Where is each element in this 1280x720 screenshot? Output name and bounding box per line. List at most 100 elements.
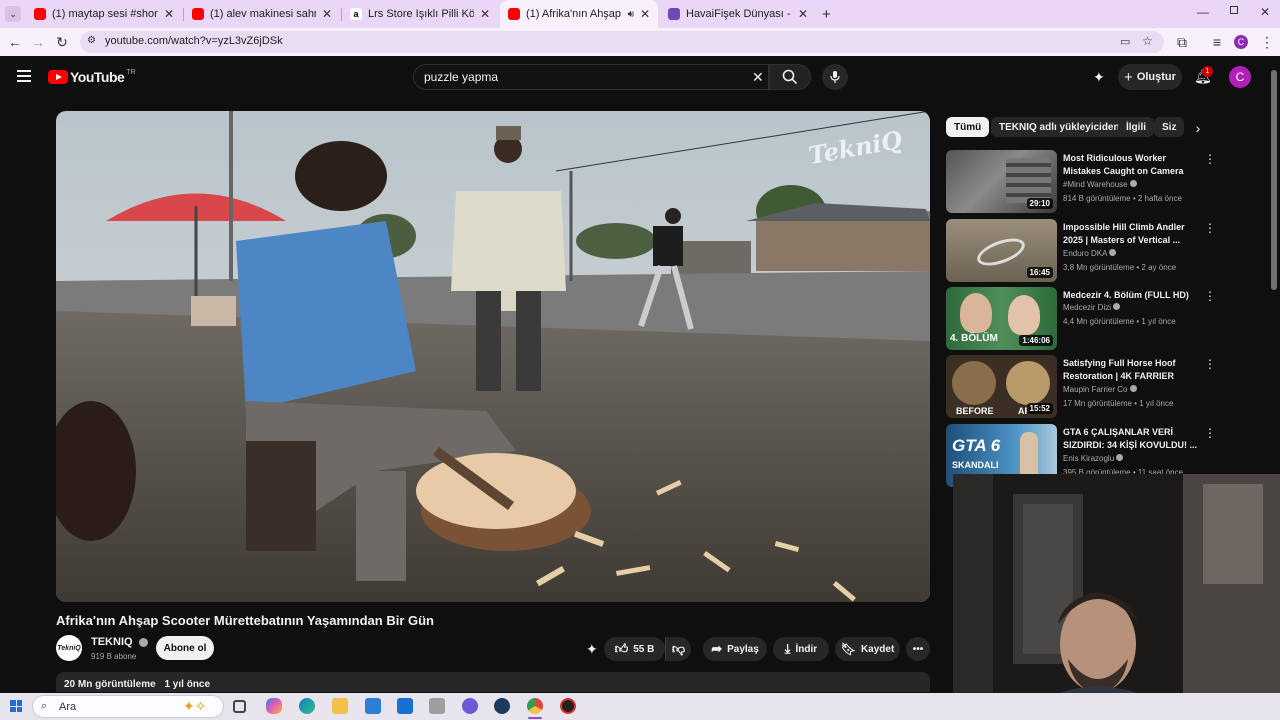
page-scrollbar[interactable] (1271, 70, 1277, 290)
youtube-favicon-icon (34, 8, 46, 20)
channel-name[interactable]: TEKNIQ (91, 636, 148, 648)
search-input[interactable]: puzzle yapma ✕ (413, 64, 769, 90)
ai-sparkle-icon[interactable]: ✦ (1093, 69, 1105, 86)
share-button[interactable]: ➦ Paylaş (703, 637, 767, 661)
save-button[interactable]: 🔖︎ Kaydet (835, 637, 900, 661)
forward-icon[interactable]: → (29, 33, 47, 51)
youtube-header: YouTube TR puzzle yapma ✕ ✦ + Oluştur 🔔︎… (0, 56, 1280, 98)
video-meta: 17 Mn görüntüleme • 1 yıl önce (1063, 399, 1174, 408)
search-button[interactable] (769, 64, 811, 90)
profile-avatar[interactable]: C (1234, 35, 1248, 49)
site-info-icon[interactable]: ⚙ (87, 35, 96, 46)
bookmark-star-icon[interactable]: ☆ (1142, 34, 1153, 48)
bookmark-icon: 🔖︎ (840, 642, 856, 656)
file-explorer-icon[interactable] (332, 698, 348, 714)
restore-window-button[interactable] (1230, 6, 1238, 14)
more-horizontal-icon: ••• (912, 643, 924, 655)
chips-next-icon[interactable]: › (1186, 117, 1210, 139)
taskbar-search[interactable]: ⌕ Ara ✦✧ (32, 695, 224, 718)
browser-tab[interactable]: a Lrs Store Işıklı Pilli Köpük Balon ✕ (342, 0, 498, 28)
close-window-button[interactable]: ✕ (1260, 5, 1270, 19)
video-duration: 1:46:06 (1019, 335, 1053, 346)
browser-tab[interactable]: HavaiFişek Dünyası - havai fişek ✕ (660, 0, 816, 28)
extensions-icon[interactable]: ⧉ (1173, 33, 1191, 51)
more-options-icon[interactable]: ⋮ (1204, 426, 1216, 440)
thumbnail-text: SKANDALI (952, 460, 999, 470)
browser-tab-active[interactable]: (1) Afrika'nın Ahşap Scooter 🔊︎ ✕ (500, 0, 658, 28)
recommended-video[interactable]: 4. BÖLÜM 1:46:06 Medcezir 4. Bölüm (FULL… (946, 287, 1218, 351)
windows-start-icon[interactable] (10, 700, 22, 712)
recording-app-icon[interactable] (560, 698, 576, 714)
hamburger-menu-icon[interactable] (17, 70, 31, 82)
mail-icon[interactable] (397, 698, 413, 714)
tab-title: Lrs Store Işıklı Pilli Köpük Balon (368, 8, 474, 20)
webcam-scene (953, 474, 1280, 720)
tab-search-icon[interactable]: ⌄ (5, 6, 21, 22)
close-tab-icon[interactable]: ✕ (164, 7, 174, 21)
browser-tab[interactable]: (1) maytap sesi #shorts #shorts ✕ (26, 0, 182, 28)
steam-icon[interactable] (494, 698, 510, 714)
chrome-icon[interactable] (527, 698, 543, 714)
chip-all[interactable]: Tümü (946, 117, 990, 137)
store-icon[interactable] (365, 698, 381, 714)
download-button[interactable]: ⤓ İndir (773, 637, 829, 661)
channel-avatar[interactable]: TekniQ (56, 635, 82, 661)
media-control-icon[interactable]: ≡ (1208, 33, 1226, 51)
minimize-window-button[interactable]: — (1197, 5, 1209, 19)
tab-title: (1) Afrika'nın Ahşap Scooter (526, 8, 622, 20)
ask-ai-sparkle-icon[interactable]: ✦ (586, 641, 598, 658)
windows-taskbar: ⌕ Ara ✦✧ (0, 693, 1280, 720)
recommended-video[interactable]: BEFORE AF 15:52 Satisfying Full Horse Ho… (946, 355, 1218, 419)
video-title: Most Ridiculous Worker Mistakes Caught o… (1063, 153, 1184, 176)
browser-tab[interactable]: (1) alev makinesi sahne - YouTube ✕ (184, 0, 340, 28)
new-tab-button[interactable]: + (822, 6, 831, 23)
youtube-logo[interactable]: YouTube TR (48, 69, 136, 85)
audio-playing-icon[interactable]: 🔊︎ (628, 9, 634, 20)
voice-search-button[interactable] (822, 64, 848, 90)
edge-icon[interactable] (299, 698, 315, 714)
channel-name: Maupin Farrier Co (1063, 385, 1137, 394)
notification-count-badge: 1 (1202, 66, 1213, 77)
subscribe-button[interactable]: Abone ol (156, 636, 214, 660)
close-tab-icon[interactable]: ✕ (480, 7, 490, 21)
thumbnail-text: GTA 6 (952, 436, 1001, 455)
clear-search-icon[interactable]: ✕ (752, 69, 764, 86)
close-tab-icon[interactable]: ✕ (640, 7, 650, 21)
copilot-icon[interactable] (266, 698, 282, 714)
dislike-button[interactable]: 👎︎ (665, 637, 691, 661)
search-icon (782, 69, 798, 85)
recommended-video[interactable]: 16:45 Impossible Hill Climb Andler 2025 … (946, 219, 1218, 283)
chip-related[interactable]: İlgili (1118, 117, 1154, 137)
description-box[interactable]: 20 Mn görüntüleme 1 yıl önce (56, 672, 930, 692)
address-bar[interactable]: ⚙ youtube.com/watch?v=yzL3vZ6jDSk ▭ ☆ (80, 31, 1164, 53)
browser-menu-icon[interactable]: ⋮ (1258, 33, 1276, 51)
reload-icon[interactable]: ↻ (53, 33, 71, 51)
more-options-icon[interactable]: ⋮ (1204, 152, 1216, 166)
verified-icon (1109, 249, 1117, 256)
recommended-video[interactable]: 29:10 Most Ridiculous Worker Mistakes Ca… (946, 150, 1218, 214)
active-app-indicator (528, 717, 542, 719)
more-options-icon[interactable]: ⋮ (1204, 357, 1216, 371)
discord-icon[interactable] (462, 698, 478, 714)
chip-for-you[interactable]: Siz (1154, 117, 1184, 137)
url-text: youtube.com/watch?v=yzL3vZ6jDSk (105, 35, 283, 47)
photos-icon[interactable] (429, 698, 445, 714)
more-options-icon[interactable]: ⋮ (1204, 289, 1216, 303)
search-icon: ⌕ (41, 700, 48, 712)
task-view-icon[interactable] (233, 700, 246, 713)
more-options-icon[interactable]: ⋮ (1204, 221, 1216, 235)
back-icon[interactable]: ← (6, 33, 24, 51)
create-button[interactable]: + Oluştur (1118, 64, 1182, 90)
install-app-icon[interactable]: ▭ (1120, 35, 1130, 48)
close-tab-icon[interactable]: ✕ (322, 7, 332, 21)
channel-name: #Mind Warehouse (1063, 180, 1137, 189)
like-button[interactable]: 👍︎ 55 B (604, 637, 665, 661)
account-avatar[interactable]: C (1229, 66, 1251, 88)
more-actions-button[interactable]: ••• (906, 637, 930, 661)
video-frame-scene (56, 111, 930, 602)
video-player[interactable]: TekniQ (56, 111, 930, 602)
microphone-icon (830, 71, 840, 83)
chip-from-uploader[interactable]: TEKNIQ adlı yükleyiciden (991, 117, 1128, 137)
close-tab-icon[interactable]: ✕ (798, 7, 808, 21)
download-label: İndir (795, 643, 818, 655)
